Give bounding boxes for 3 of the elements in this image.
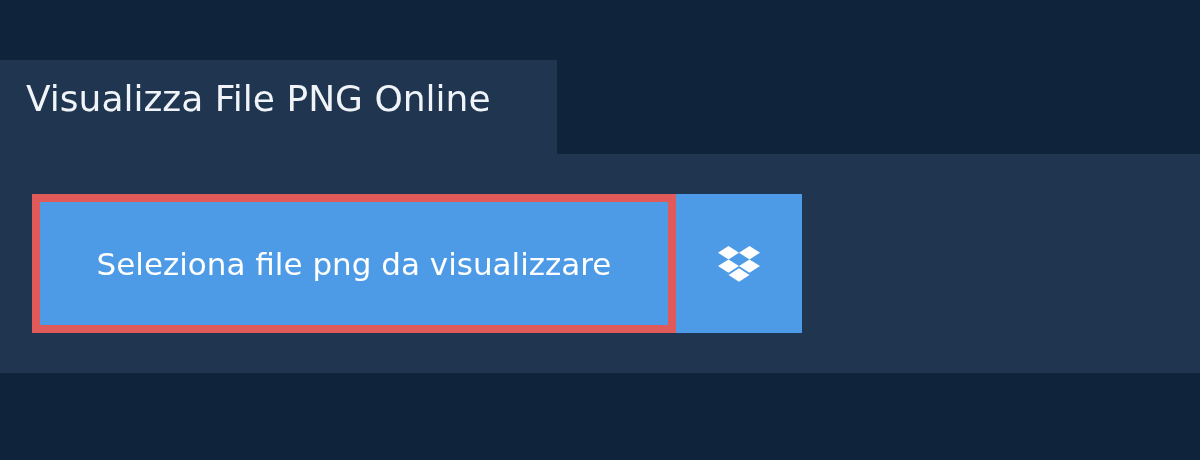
select-file-button[interactable]: Seleziona file png da visualizzare — [32, 194, 676, 333]
dropbox-button[interactable] — [676, 194, 802, 333]
dropbox-icon — [718, 245, 760, 282]
